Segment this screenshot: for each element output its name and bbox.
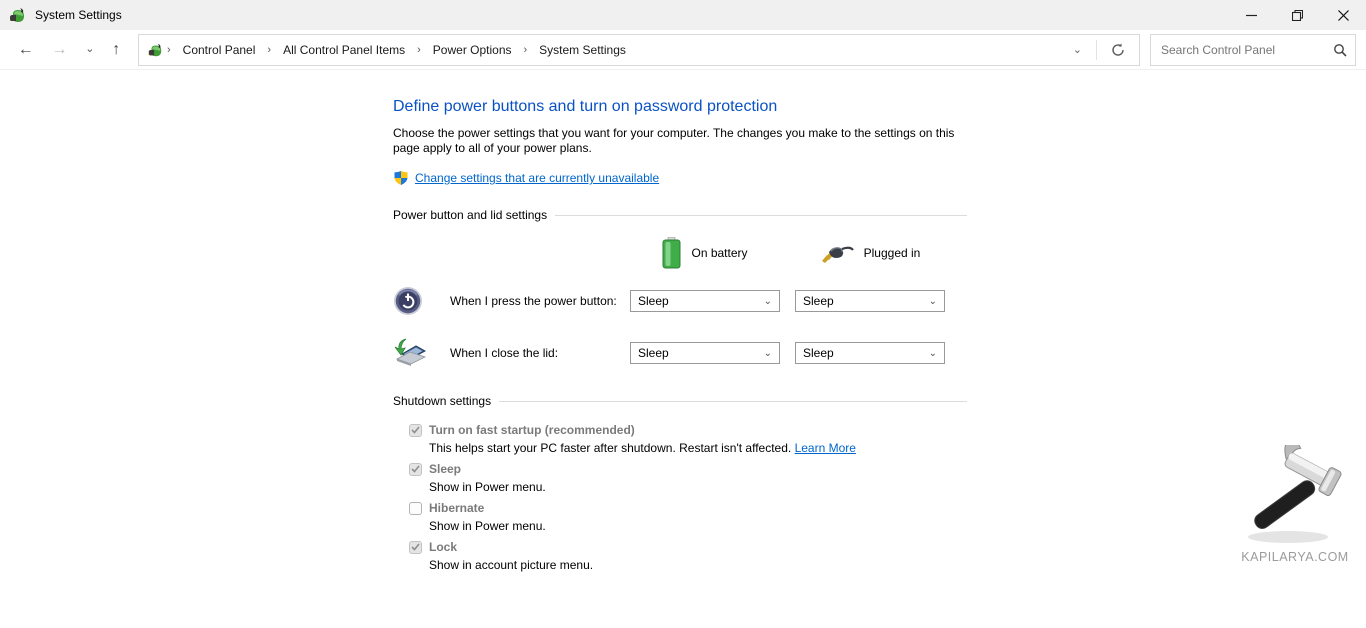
chevron-down-icon: ⌄	[764, 296, 772, 307]
recent-pages-chevron[interactable]: ⌄	[85, 44, 94, 55]
close-lid-on-battery-select[interactable]: Sleep ⌄	[630, 342, 780, 364]
close-button[interactable]	[1320, 0, 1366, 30]
sleep-option: Sleep Show in Power menu.	[409, 461, 967, 495]
navigation-bar: ← → ⌄ ↑ › Control Panel › All Control Pa…	[0, 30, 1366, 70]
refresh-button[interactable]	[1101, 43, 1135, 57]
plugged-in-label: Plugged in	[864, 246, 921, 260]
search-icon[interactable]	[1333, 43, 1347, 57]
watermark: KAPILARYA.COM	[1232, 445, 1358, 564]
power-options-app-icon	[8, 6, 26, 24]
breadcrumb-separator: ›	[165, 44, 173, 56]
on-battery-column-header: On battery	[630, 237, 780, 269]
minimize-button[interactable]	[1228, 0, 1274, 30]
power-button-row: When I press the power button: Sleep ⌄ S…	[393, 286, 967, 316]
power-section-header: Power button and lid settings	[393, 208, 967, 222]
address-dropdown-chevron[interactable]: ⌄	[1063, 43, 1092, 56]
refresh-icon	[1111, 43, 1125, 57]
sleep-label: Sleep	[429, 462, 461, 476]
plugged-in-column-header: Plugged in	[795, 242, 945, 264]
chevron-down-icon: ⌄	[929, 296, 937, 307]
on-battery-label: On battery	[691, 246, 747, 260]
address-bar[interactable]: › Control Panel › All Control Panel Item…	[138, 34, 1140, 66]
up-button[interactable]: ↑	[112, 42, 120, 58]
search-box[interactable]	[1150, 34, 1356, 66]
close-lid-plugged-in-select[interactable]: Sleep ⌄	[795, 342, 945, 364]
close-lid-row-label: When I close the lid:	[450, 346, 630, 360]
chevron-down-icon: ⌄	[764, 348, 772, 359]
forward-button[interactable]: →	[52, 42, 68, 58]
back-button[interactable]: ←	[18, 42, 34, 58]
breadcrumb-separator: ›	[415, 44, 423, 56]
selected-value: Sleep	[638, 294, 669, 308]
power-button-icon	[393, 286, 423, 316]
breadcrumb-separator: ›	[265, 44, 273, 56]
page-title: Define power buttons and turn on passwor…	[393, 98, 967, 116]
breadcrumb-all-control-panel-items[interactable]: All Control Panel Items	[275, 43, 413, 57]
section-rule	[499, 401, 967, 402]
restore-icon	[1292, 10, 1303, 21]
close-lid-row: When I close the lid: Sleep ⌄ Sleep ⌄	[393, 338, 967, 368]
selected-value: Sleep	[803, 346, 834, 360]
close-icon	[1338, 10, 1349, 21]
restore-button[interactable]	[1274, 0, 1320, 30]
hibernate-description: Show in Power menu.	[429, 519, 967, 534]
lock-description: Show in account picture menu.	[429, 558, 967, 573]
breadcrumb-separator: ›	[522, 44, 530, 56]
shutdown-section-title: Shutdown settings	[393, 394, 499, 408]
hibernate-checkbox[interactable]	[409, 502, 422, 515]
selected-value: Sleep	[638, 346, 669, 360]
fast-startup-label: Turn on fast startup (recommended)	[429, 423, 635, 437]
fast-startup-description: This helps start your PC faster after sh…	[429, 441, 967, 456]
lock-label: Lock	[429, 540, 457, 554]
titlebar: System Settings	[0, 0, 1366, 30]
lid-icon	[393, 338, 427, 368]
chevron-down-icon: ⌄	[929, 348, 937, 359]
power-button-on-battery-select[interactable]: Sleep ⌄	[630, 290, 780, 312]
shutdown-section-header: Shutdown settings	[393, 394, 967, 408]
battery-icon	[662, 237, 681, 269]
change-unavailable-settings-link[interactable]: Change settings that are currently unava…	[415, 171, 659, 185]
hibernate-option: Hibernate Show in Power menu.	[409, 500, 967, 534]
hibernate-label: Hibernate	[429, 501, 484, 515]
description-text: This helps start your PC faster after sh…	[429, 441, 791, 455]
intro-text: Choose the power settings that you want …	[393, 126, 957, 156]
learn-more-link[interactable]: Learn More	[795, 441, 856, 455]
sleep-description: Show in Power menu.	[429, 480, 967, 495]
minimize-icon	[1246, 10, 1257, 21]
power-button-row-label: When I press the power button:	[450, 294, 630, 308]
plug-icon	[820, 242, 854, 264]
lock-option: Lock Show in account picture menu.	[409, 539, 967, 573]
section-rule	[555, 215, 967, 216]
breadcrumb-system-settings[interactable]: System Settings	[531, 43, 634, 57]
uac-shield-icon	[393, 170, 409, 186]
breadcrumb-power-options[interactable]: Power Options	[425, 43, 520, 57]
sleep-checkbox[interactable]	[409, 463, 422, 476]
breadcrumb-control-panel[interactable]: Control Panel	[175, 43, 264, 57]
power-button-plugged-in-select[interactable]: Sleep ⌄	[795, 290, 945, 312]
fast-startup-checkbox[interactable]	[409, 424, 422, 437]
page-content: Define power buttons and turn on passwor…	[0, 70, 1366, 628]
watermark-text: KAPILARYA.COM	[1232, 550, 1358, 564]
power-options-breadcrumb-icon	[147, 42, 163, 58]
selected-value: Sleep	[803, 294, 834, 308]
fast-startup-option: Turn on fast startup (recommended) This …	[409, 422, 967, 456]
lock-checkbox[interactable]	[409, 541, 422, 554]
address-divider	[1096, 40, 1097, 60]
power-section-title: Power button and lid settings	[393, 208, 555, 222]
hammer-icon	[1236, 445, 1354, 545]
window-title: System Settings	[35, 8, 122, 22]
search-input[interactable]	[1161, 43, 1333, 57]
